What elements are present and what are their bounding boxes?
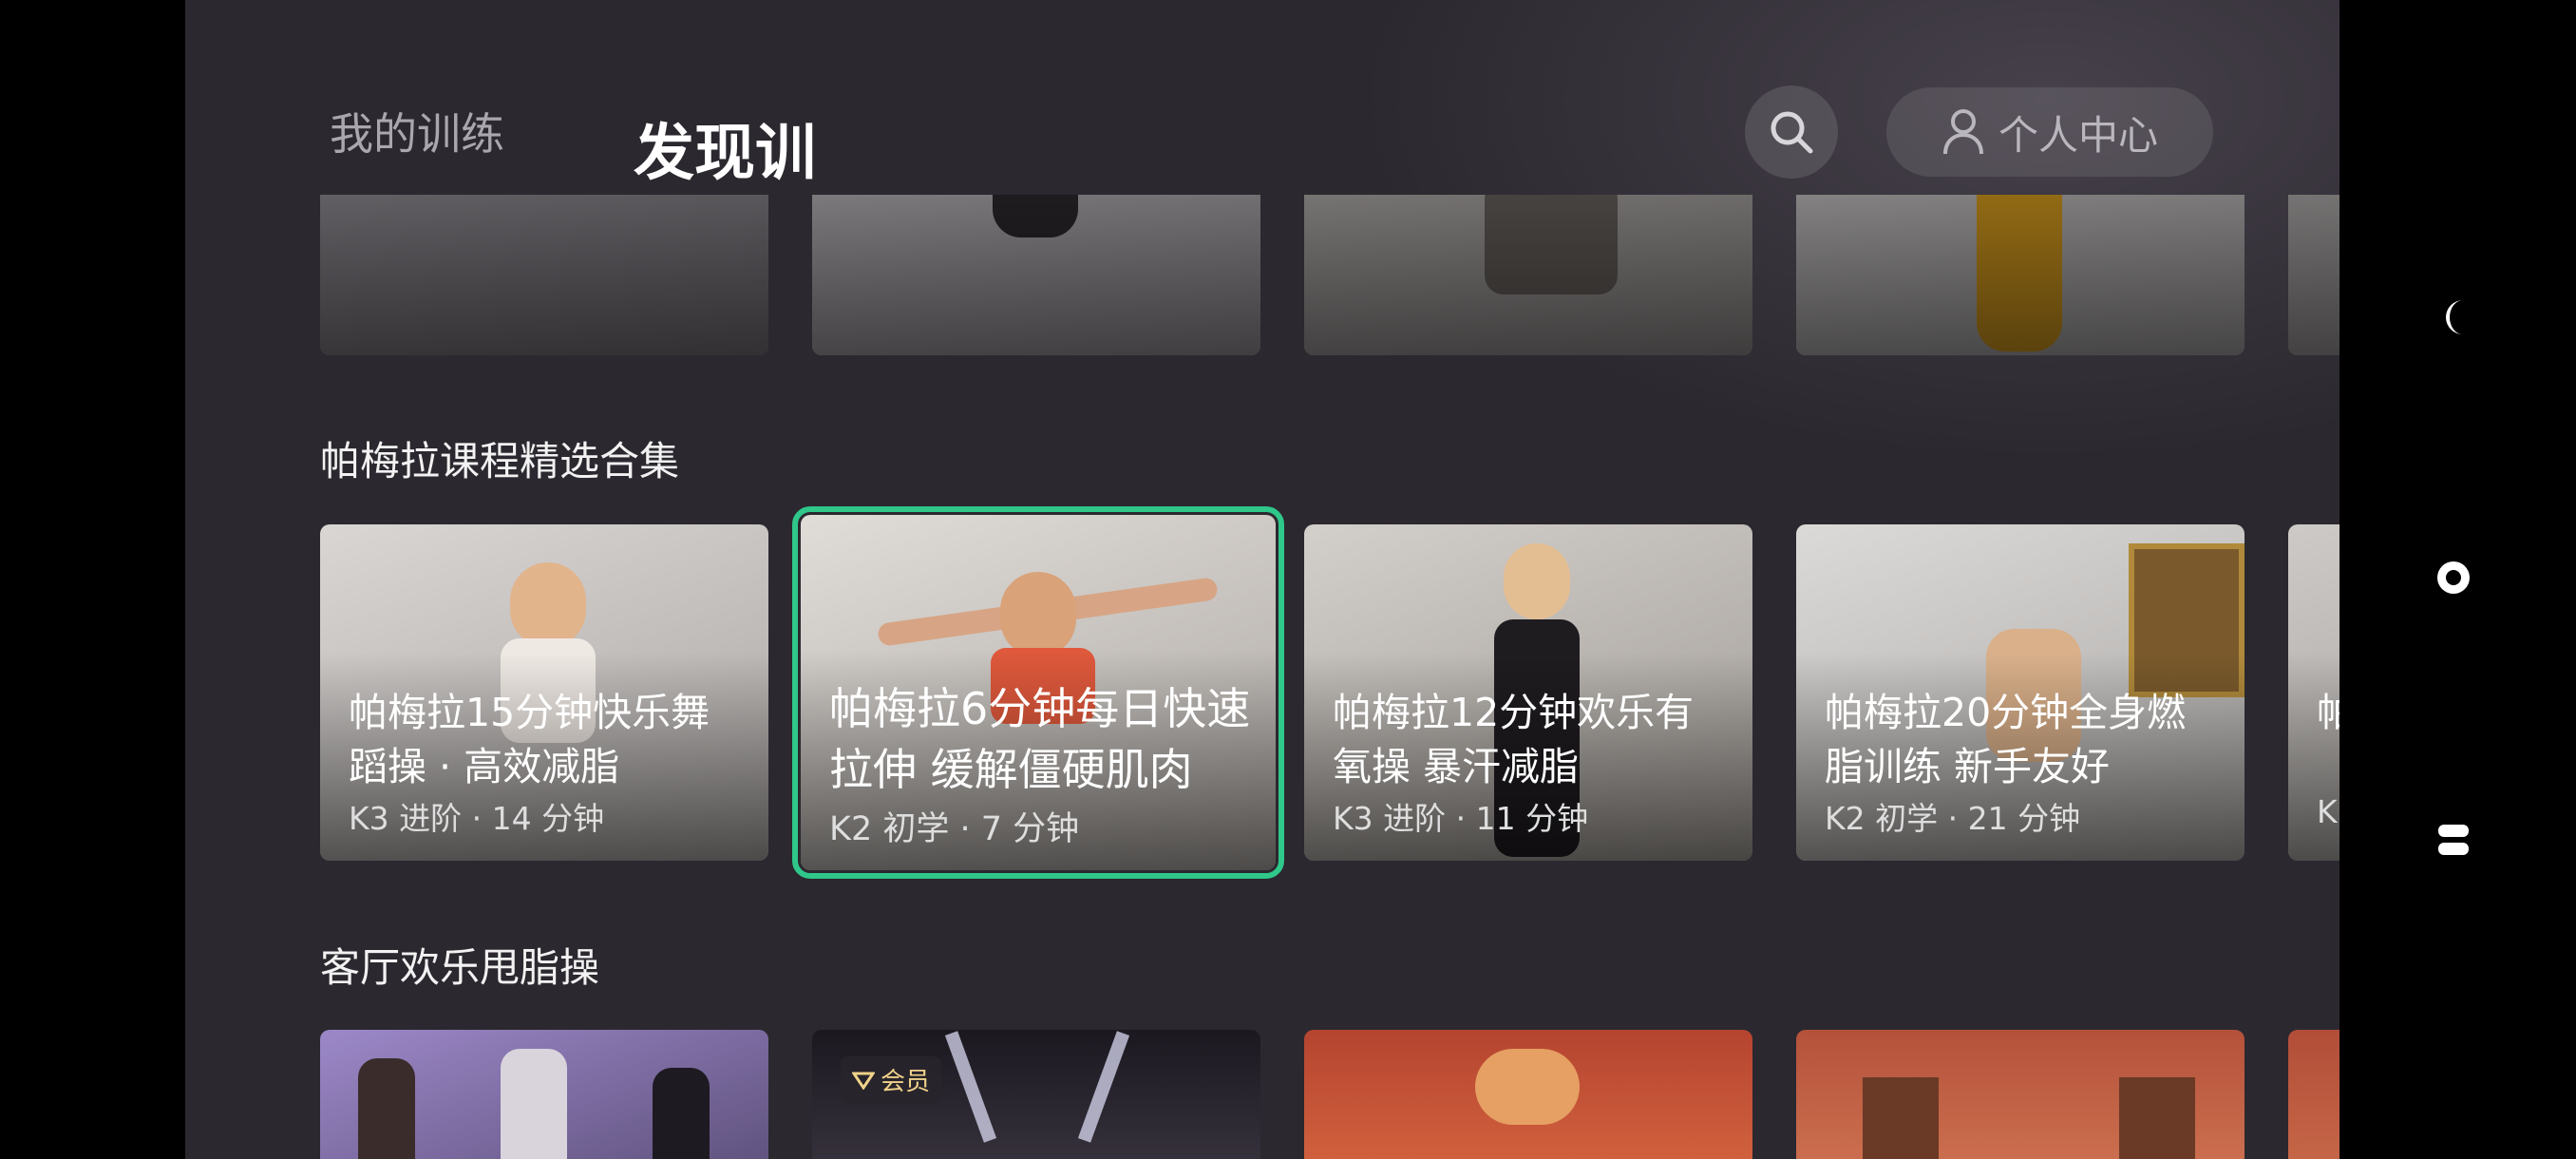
course-row-pamela: 帕梅拉15分钟快乐舞蹈操 · 高效减脂 K3 进阶 · 14 分钟 帕梅拉6分钟… bbox=[185, 506, 2339, 885]
course-title: 帕梅拉20分钟全身燃脂训练 新手友好 bbox=[1825, 690, 2187, 789]
course-card[interactable]: 帕梅拉20分钟全身燃脂训练 新手友好 K2 初学 · 21 分钟 bbox=[1796, 524, 2245, 861]
course-card[interactable]: 帕梅拉12分钟欢乐有氧操 暴汗减脂 K3 进阶 · 11 分钟 bbox=[1304, 524, 1752, 861]
vip-badge-label: 会员 bbox=[881, 1068, 931, 1096]
course-card[interactable] bbox=[1304, 1030, 1752, 1159]
tab-my-training[interactable]: 我的训练 bbox=[330, 100, 504, 162]
course-title: 帕梅拉6分钟每日快速拉伸 缓解僵硬肌肉 bbox=[829, 683, 1251, 795]
back-icon[interactable] bbox=[2434, 296, 2472, 338]
course-card[interactable]: 帕梅拉15分钟快乐舞蹈操 · 高效减脂 K3 进阶 · 14 分钟 bbox=[320, 524, 768, 861]
app-screen: 我的训练 发现训 个人中心 大体重减脂训练 · 新手全身 20 分钟 · 120… bbox=[185, 0, 2339, 1159]
course-title: 帕梅拉15分钟快乐舞蹈操 · 高效减脂 bbox=[349, 690, 710, 789]
course-card[interactable]: 会员 bbox=[812, 1030, 1260, 1159]
course-card[interactable] bbox=[320, 1030, 768, 1159]
system-nav-bar bbox=[2339, 0, 2576, 1159]
tab-discover[interactable]: 发现训 bbox=[634, 104, 816, 192]
course-title: 帕氧 bbox=[2317, 690, 2339, 735]
course-meta: K3 进阶 · 14 分钟 bbox=[349, 800, 605, 837]
course-title: 帕梅拉12分钟欢乐有氧操 暴汗减脂 bbox=[1333, 690, 1695, 789]
course-row-living-room: 会员 bbox=[185, 1030, 2339, 1159]
course-meta: K2 初学 · 7 分钟 bbox=[829, 810, 1080, 848]
user-center-button[interactable]: 个人中心 bbox=[1886, 87, 2213, 177]
recents-icon[interactable] bbox=[2434, 821, 2472, 859]
course-meta: K2 初学 · 21 分钟 bbox=[1825, 800, 2081, 837]
user-icon bbox=[1942, 109, 1983, 155]
home-icon[interactable] bbox=[2434, 559, 2472, 597]
course-card[interactable] bbox=[1796, 1030, 2245, 1159]
course-card[interactable] bbox=[2288, 1030, 2339, 1159]
course-meta: K bbox=[2317, 793, 2338, 830]
search-button[interactable] bbox=[1745, 86, 1838, 179]
top-bar: 我的训练 发现训 个人中心 bbox=[185, 0, 2339, 190]
section-title-living-room: 客厅欢乐甩脂操 bbox=[320, 944, 600, 991]
course-card-focused[interactable]: 帕梅拉6分钟每日快速拉伸 缓解僵硬肌肉 K2 初学 · 7 分钟 bbox=[792, 506, 1284, 879]
section-title-pamela: 帕梅拉课程精选合集 bbox=[320, 438, 680, 484]
vip-badge: 会员 bbox=[841, 1056, 942, 1103]
course-card[interactable]: 帕氧 K bbox=[2288, 524, 2339, 861]
vip-triangle-icon bbox=[852, 1072, 875, 1090]
user-center-label: 个人中心 bbox=[1998, 111, 2158, 159]
search-icon bbox=[1771, 111, 1813, 154]
course-meta: K3 进阶 · 11 分钟 bbox=[1333, 800, 1589, 837]
